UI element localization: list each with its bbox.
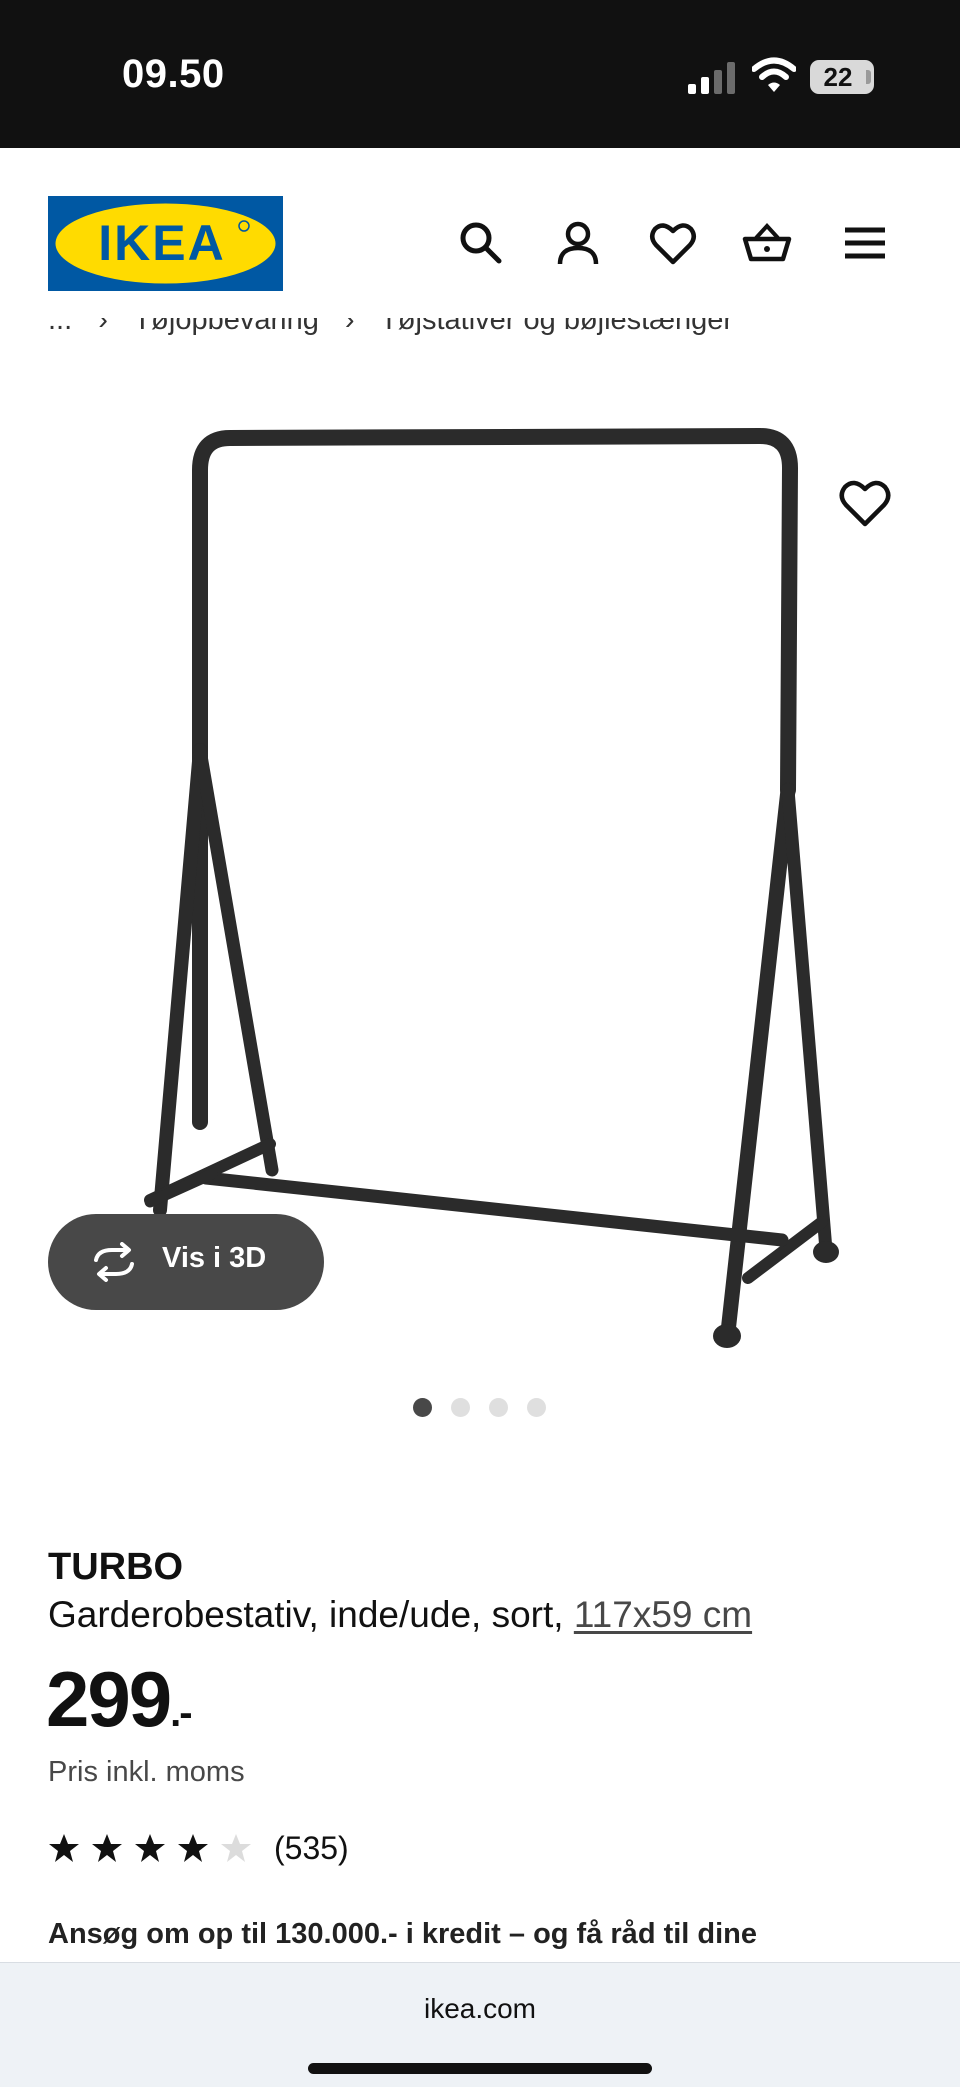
product-size-link[interactable]: 117x59 cm bbox=[574, 1594, 752, 1635]
price-suffix: .- bbox=[170, 1691, 192, 1735]
star-empty-icon bbox=[221, 1834, 251, 1862]
breadcrumb-item-clothing-storage[interactable]: Tøjopbevaring bbox=[133, 318, 318, 336]
site-header: IKEA bbox=[0, 148, 960, 323]
home-indicator bbox=[308, 2063, 652, 2074]
browser-url[interactable]: ikea.com bbox=[0, 1993, 960, 2025]
review-count[interactable]: (535) bbox=[274, 1830, 349, 1867]
star-filled-icon bbox=[135, 1834, 165, 1862]
pagination-dot[interactable] bbox=[527, 1398, 546, 1417]
breadcrumb-ellipsis[interactable]: ... bbox=[48, 318, 72, 336]
view-in-3d-label: Vis i 3D bbox=[162, 1242, 267, 1274]
view-in-3d-button[interactable]: Vis i 3D bbox=[48, 1214, 324, 1310]
battery-level: 22 bbox=[823, 62, 853, 92]
cellular-signal-icon bbox=[688, 62, 735, 94]
product-name: TURBO bbox=[48, 1546, 184, 1588]
browser-address-bar[interactable]: ikea.com bbox=[0, 1962, 960, 2087]
status-time: 09.50 bbox=[122, 52, 225, 96]
product-price: 299.- bbox=[46, 1654, 193, 1745]
pagination-dot[interactable] bbox=[489, 1398, 508, 1417]
svg-text:IKEA: IKEA bbox=[98, 215, 225, 271]
status-bar: 09.50 22 bbox=[0, 0, 960, 148]
product-description-text: Garderobestativ, inde/ude, sort, bbox=[48, 1594, 564, 1635]
pagination-dot[interactable] bbox=[413, 1398, 432, 1417]
product-description: Garderobestativ, inde/ude, sort, 117x59 … bbox=[48, 1594, 752, 1636]
breadcrumb: ... › Tøjopbevaring › Tøjstativer og bøj… bbox=[48, 318, 908, 346]
rotate-3d-icon bbox=[94, 1242, 134, 1282]
basket-icon[interactable] bbox=[742, 218, 792, 268]
credit-promo-text[interactable]: Ansøg om op til 130.000.- i kredit – og … bbox=[48, 1918, 757, 1951]
breadcrumb-separator: › bbox=[344, 318, 355, 336]
favourite-heart-icon[interactable] bbox=[836, 474, 894, 532]
price-main: 299 bbox=[46, 1655, 172, 1743]
battery-icon: 22 bbox=[810, 60, 874, 94]
ikea-logo[interactable]: IKEA bbox=[48, 196, 283, 291]
image-pagination-dots bbox=[0, 1398, 960, 1422]
breadcrumb-item-clothes-racks[interactable]: Tøjstativer og bøjlestænger bbox=[380, 318, 733, 336]
heart-icon[interactable] bbox=[648, 218, 698, 268]
menu-icon[interactable] bbox=[840, 218, 890, 268]
price-note: Pris inkl. moms bbox=[48, 1756, 245, 1788]
wifi-icon bbox=[752, 57, 796, 92]
star-filled-icon bbox=[49, 1834, 79, 1862]
search-icon[interactable] bbox=[456, 218, 506, 268]
account-icon[interactable] bbox=[553, 218, 603, 268]
pagination-dot[interactable] bbox=[451, 1398, 470, 1417]
battery-tip bbox=[866, 70, 871, 84]
breadcrumb-separator: › bbox=[98, 318, 108, 336]
star-filled-icon bbox=[178, 1834, 208, 1862]
star-filled-icon bbox=[92, 1834, 122, 1862]
